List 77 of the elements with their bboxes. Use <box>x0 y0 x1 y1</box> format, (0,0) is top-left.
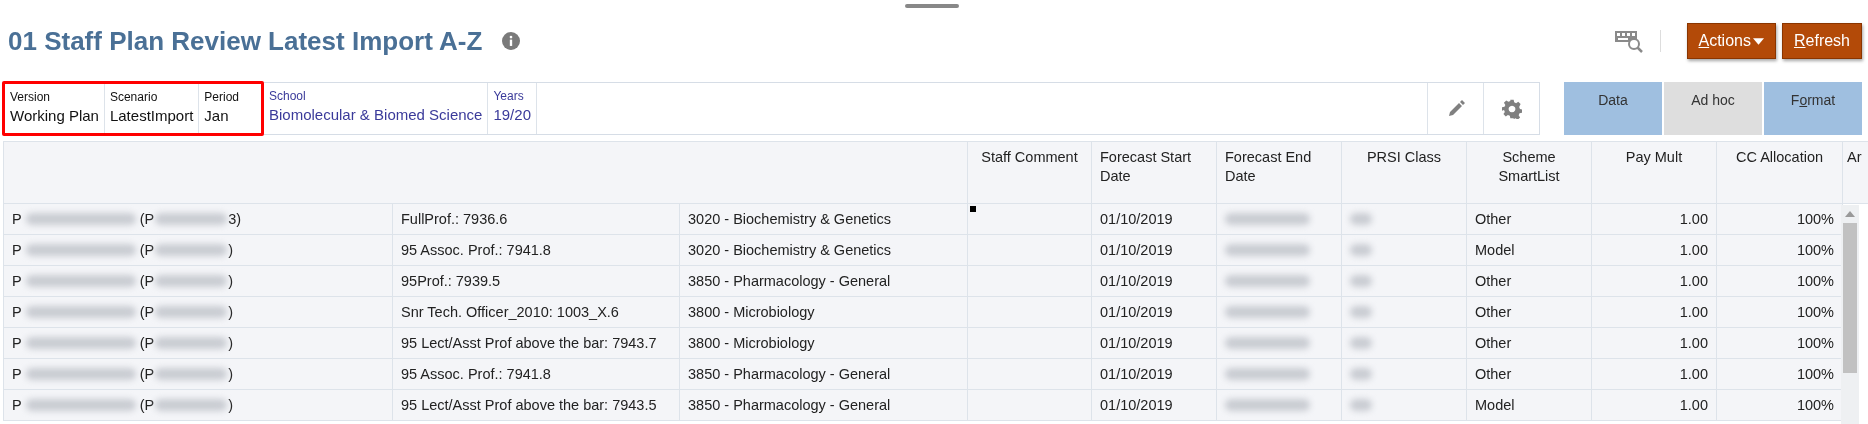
table-cell: 1.00 <box>1592 204 1717 235</box>
table-cell: 100% <box>1717 297 1843 328</box>
redacted-text <box>1350 337 1372 349</box>
column-header: Staff Comment <box>968 142 1092 204</box>
table-cell: 01/10/2019 <box>1092 297 1217 328</box>
table-cell: P (P ) <box>3 235 393 266</box>
column-header: Pay Mult <box>1592 142 1717 204</box>
table-cell: 100% <box>1717 328 1843 359</box>
table-cell: 01/10/2019 <box>1092 266 1217 297</box>
table-cell: 100% <box>1717 266 1843 297</box>
scroll-up-icon[interactable] <box>1845 211 1855 217</box>
table-cell: 01/10/2019 <box>1092 359 1217 390</box>
redacted-text <box>1350 399 1372 411</box>
table-cell: FullProf.: 7936.6 <box>393 204 680 235</box>
redacted-text <box>1350 244 1372 256</box>
drag-handle[interactable] <box>905 4 959 8</box>
table-cell: Model <box>1467 235 1592 266</box>
table-cell: Other <box>1467 297 1592 328</box>
scrollbar[interactable] <box>1841 205 1859 424</box>
table-cell: 3850 - Pharmacology - General <box>680 390 968 421</box>
table-cell: P (P ) <box>3 328 393 359</box>
redacted-text <box>1350 275 1372 287</box>
column-header: CC Allocation <box>1717 142 1843 204</box>
table-cell: P (P ) <box>3 297 393 328</box>
table-cell: Other <box>1467 266 1592 297</box>
column-header: PRSI Class <box>1342 142 1467 204</box>
table-cell: 95 Lect/Asst Prof above the bar: 7943.7 <box>393 328 680 359</box>
table-cell: 3850 - Pharmacology - General <box>680 266 968 297</box>
table-cell: 100% <box>1717 204 1843 235</box>
actions-button[interactable]: Actions <box>1686 23 1776 59</box>
redacted-text <box>1350 368 1372 380</box>
table-cell: 95 Assoc. Prof.: 7941.8 <box>393 235 680 266</box>
column-header: Ar <box>1843 142 1868 204</box>
table-cell: Other <box>1467 204 1592 235</box>
page-title: 01 Staff Plan Review Latest Import A-Z <box>8 25 483 57</box>
keyboard-search-icon[interactable] <box>1613 28 1644 54</box>
table-cell: 1.00 <box>1592 235 1717 266</box>
table-cell: 95 Assoc. Prof.: 7941.8 <box>393 359 680 390</box>
column-header: Scheme SmartList <box>1467 142 1592 204</box>
table-cell: 3800 - Microbiology <box>680 328 968 359</box>
table-cell: P (P ) <box>3 359 393 390</box>
table-cell: 1.00 <box>1592 266 1717 297</box>
table-cell: 100% <box>1717 390 1843 421</box>
table-cell: 01/10/2019 <box>1092 235 1217 266</box>
table-cell: 100% <box>1717 235 1843 266</box>
table-cell: 3850 - Pharmacology - General <box>680 359 968 390</box>
refresh-button[interactable]: Refresh <box>1781 23 1862 59</box>
table-cell: 01/10/2019 <box>1092 328 1217 359</box>
table-cell: 3800 - Microbiology <box>680 297 968 328</box>
table-cell: 1.00 <box>1592 390 1717 421</box>
cell-marker-icon <box>970 206 976 212</box>
scroll-thumb[interactable] <box>1843 223 1857 373</box>
redacted-text <box>1350 213 1372 225</box>
table-cell: Model <box>1467 390 1592 421</box>
table-cell: P (P ) <box>3 390 393 421</box>
table-cell: 01/10/2019 <box>1092 204 1217 235</box>
column-header: Forecast End Date <box>1217 142 1342 204</box>
table-cell: 1.00 <box>1592 359 1717 390</box>
mode-tab[interactable]: Format <box>1764 82 1862 135</box>
table-cell: 3020 - Biochemistry & Genetics <box>680 204 968 235</box>
table-cell: 1.00 <box>1592 328 1717 359</box>
redacted-text <box>1350 306 1372 318</box>
table-cell: 95 Lect/Asst Prof above the bar: 7943.5 <box>393 390 680 421</box>
table-cell: P (P 3) <box>3 204 393 235</box>
table-cell: 01/10/2019 <box>1092 390 1217 421</box>
table-cell: P (P ) <box>3 266 393 297</box>
column-header: Forecast Start Date <box>1092 142 1217 204</box>
table-cell: Other <box>1467 359 1592 390</box>
info-icon[interactable] <box>502 32 521 50</box>
mode-tab[interactable]: Ad hoc <box>1664 82 1762 135</box>
table-cell: 95Prof.: 7939.5 <box>393 266 680 297</box>
mode-tab[interactable]: Data <box>1564 82 1662 135</box>
table-cell: Snr Tech. Officer_2010: 1003_X.6 <box>393 297 680 328</box>
table-cell: 100% <box>1717 359 1843 390</box>
table-cell: 3020 - Biochemistry & Genetics <box>680 235 968 266</box>
table-cell: 1.00 <box>1592 297 1717 328</box>
table-cell: Other <box>1467 328 1592 359</box>
